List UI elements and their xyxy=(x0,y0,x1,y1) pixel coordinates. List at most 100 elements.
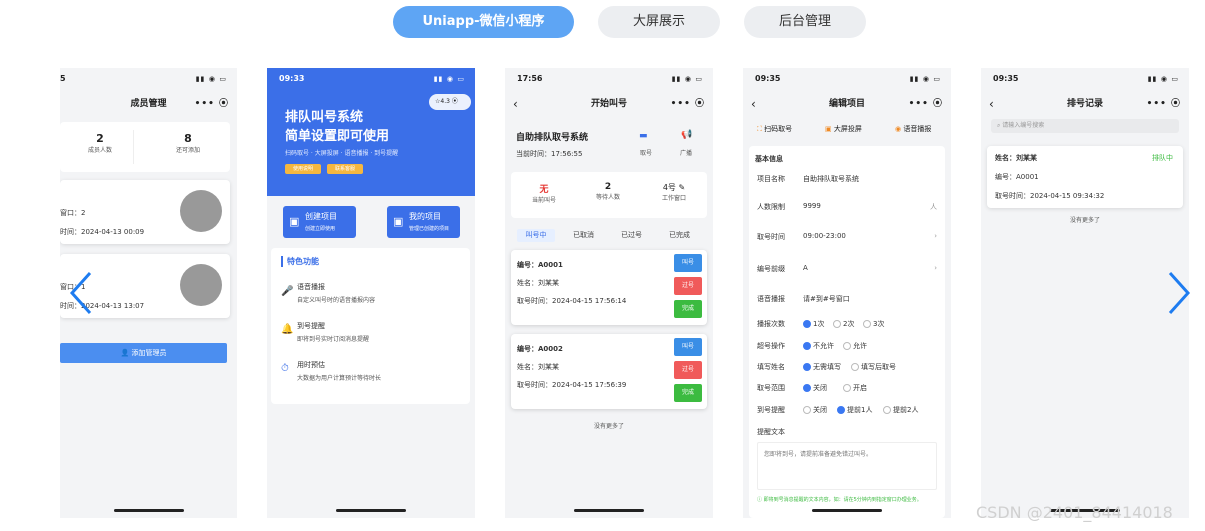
scan-icon: ⛶ xyxy=(757,125,762,133)
ticket-time: 取号时间：2024-04-15 17:56:14 xyxy=(517,297,627,305)
status-time: 09:35 xyxy=(755,74,781,83)
section-title: 基本信息 xyxy=(755,155,783,163)
field-prefix[interactable]: 编号前缀 A › xyxy=(757,264,937,274)
tool-voice[interactable]: ◉ 语音播报 xyxy=(895,124,931,134)
subtab-done[interactable]: 已完成 xyxy=(669,230,690,240)
signal-icon: ▮▮ ◉ ▭ xyxy=(909,75,941,83)
rating-badge[interactable]: ☆4.3 ⦿ xyxy=(429,94,471,110)
reminder-text-area[interactable]: 您即将到号，请提前准备避免错过叫号。 xyxy=(757,442,937,490)
status-time: 09:33 xyxy=(279,74,305,83)
work-window[interactable]: 4号 ✎ xyxy=(651,182,697,193)
broadcast-icon[interactable]: 📢 xyxy=(681,130,692,140)
status-badge: 排队中 xyxy=(1152,154,1173,162)
chevron-right-icon: › xyxy=(934,232,937,240)
location-icon: ◉ xyxy=(895,125,902,133)
remaining-count-label: 还可添加 xyxy=(175,147,200,154)
ticket-name: 姓名：刘某某 xyxy=(517,279,559,287)
status-time: 17:56 xyxy=(517,74,543,83)
member-window: 窗口：2 xyxy=(60,209,86,217)
member-count-label: 成员人数 xyxy=(87,147,112,154)
folder-icon: ▣ xyxy=(393,215,404,228)
ticket-number: 编号：A0002 xyxy=(517,345,563,353)
hero-features: 扫码取号 · 大屏投屏 · 语音播报 · 到号提醒 xyxy=(285,150,399,157)
screen-icon: ▣ xyxy=(825,125,832,133)
call-button[interactable]: 叫号 xyxy=(674,338,702,356)
signal-icon: ▮▮ ◉ ▭ xyxy=(195,75,227,83)
system-name: 自助排队取号系统 xyxy=(516,133,589,143)
menu-icon[interactable]: ••• ⦿ xyxy=(1147,94,1181,114)
phone-start-calling: 17:56 ▮▮ ◉ ▭ ‹ 开始叫号 ••• ⦿ 自助排队取号系统 当前时间：17:… xyxy=(505,68,713,518)
subtab-calling[interactable]: 叫号中 xyxy=(517,229,555,242)
back-icon[interactable]: ‹ xyxy=(751,94,756,114)
back-icon[interactable]: ‹ xyxy=(989,94,994,114)
home-indicator xyxy=(336,509,406,512)
user-icon: 👤 xyxy=(120,349,132,357)
record-number: 编号：A0001 xyxy=(995,173,1039,181)
page-title: 排号记录 xyxy=(1066,99,1103,109)
search-input[interactable]: ⌕ 请输入编号搜索 xyxy=(991,119,1179,133)
record-card[interactable]: 姓名：刘某某 排队中 编号：A0001 取号时间：2024-04-15 09:3… xyxy=(987,146,1183,208)
subtab-passed[interactable]: 已过号 xyxy=(621,230,642,240)
menu-icon[interactable]: ••• ⦿ xyxy=(909,94,943,114)
create-project-button[interactable]: ▣ 创建项目 创建立即使用 xyxy=(283,206,356,238)
avatar xyxy=(180,264,222,306)
feature-desc: 即将到号实时订阅消息提醒 xyxy=(297,336,370,343)
menu-icon[interactable]: ••• ⦿ xyxy=(195,94,229,114)
feature-title: 到号提醒 xyxy=(297,322,325,330)
page-title: 开始叫号 xyxy=(590,99,627,109)
ticket-name: 姓名：刘某某 xyxy=(517,363,559,371)
signal-icon: ▮▮ ◉ ▭ xyxy=(1147,75,1179,83)
take-number-label[interactable]: 取号 xyxy=(640,148,652,157)
status-time: 09:35 xyxy=(993,74,1019,83)
home-indicator xyxy=(812,509,882,512)
chevron-left-icon[interactable] xyxy=(66,270,96,316)
field-voice[interactable]: 语音播报 请#到#号窗口 xyxy=(757,294,937,304)
waiting-count: 2 xyxy=(604,182,612,192)
service-tag[interactable]: 联系客服 xyxy=(327,164,363,174)
ticket-icon[interactable]: ▬ xyxy=(639,131,648,141)
done-button[interactable]: 完成 xyxy=(674,384,702,402)
option-broadcast-times: 播报次数 1次 2次 3次 xyxy=(757,320,885,328)
subtab-cancelled[interactable]: 已取消 xyxy=(573,230,594,240)
option-name: 填写姓名 无需填写 填写后取号 xyxy=(757,363,896,371)
ticket-time: 取号时间：2024-04-15 17:56:39 xyxy=(517,381,627,389)
status-time: 5 xyxy=(60,74,66,83)
member-count: 2 xyxy=(96,132,104,145)
tool-screen[interactable]: ▣ 大屏投屏 xyxy=(825,124,862,134)
member-card[interactable]: 窗口：2 时间：2024-04-13 00:09 xyxy=(60,180,230,244)
option-overflow: 超号操作 不允许 允许 xyxy=(757,342,867,350)
edit-icon: ✎ xyxy=(678,183,686,192)
field-limit[interactable]: 人数限制 9999 人 xyxy=(757,202,937,212)
remaining-count: 8 xyxy=(184,132,192,145)
avatar xyxy=(180,190,222,232)
reminder-text-label: 提醒文本 xyxy=(757,428,785,436)
tool-scan[interactable]: ⛶ 扫码取号 xyxy=(757,124,792,134)
phone-home: 09:33 ▮▮ ◉ ▭ ☆4.3 ⦿ 排队叫号系统 简单设置即可使用 扫码取号 … xyxy=(267,68,475,518)
back-icon[interactable]: ‹ xyxy=(513,94,518,114)
form-card: 基本信息 项目名称 自助排队取号系统 人数限制 9999 人 取号时间 09:00-23… xyxy=(749,146,945,518)
reminder-hint: ⓘ 即将到号消息提醒的文本内容，如：请在5分钟内到指定窗口办理业务。 xyxy=(757,497,922,503)
no-more-text: 没有更多了 xyxy=(1069,217,1100,224)
call-button[interactable]: 叫号 xyxy=(674,254,702,272)
pass-button[interactable]: 过号 xyxy=(674,277,702,295)
pass-button[interactable]: 过号 xyxy=(674,361,702,379)
feature-title: 语音播报 xyxy=(297,283,325,291)
tab-admin[interactable]: 后台管理 xyxy=(744,6,866,38)
done-button[interactable]: 完成 xyxy=(674,300,702,318)
hero-title: 排队叫号系统 xyxy=(285,110,364,125)
my-projects-button[interactable]: ▣ 我的项目 管理已创建的项目 xyxy=(387,206,460,238)
field-time[interactable]: 取号时间 09:00-23:00 › xyxy=(757,232,937,242)
tab-uniapp[interactable]: Uniapp-微信小程序 xyxy=(393,6,574,38)
features-title: 特色功能 xyxy=(281,256,319,267)
record-time: 取号时间：2024-04-15 09:34:32 xyxy=(995,192,1105,200)
home-indicator xyxy=(574,509,644,512)
add-admin-button[interactable]: 👤 添加管理员 xyxy=(60,343,227,363)
menu-icon[interactable]: ••• ⦿ xyxy=(671,94,705,114)
field-project-name[interactable]: 项目名称 自助排队取号系统 xyxy=(757,174,937,184)
tab-big-screen[interactable]: 大屏展示 xyxy=(598,6,720,38)
feature-desc: 自定义叫号时的语音播报内容 xyxy=(297,297,376,304)
guide-tag[interactable]: 使用说明 xyxy=(285,164,321,174)
bell-icon: 🔔 xyxy=(281,324,294,335)
broadcast-label[interactable]: 广播 xyxy=(680,148,692,157)
chevron-right-icon[interactable] xyxy=(1164,270,1194,316)
